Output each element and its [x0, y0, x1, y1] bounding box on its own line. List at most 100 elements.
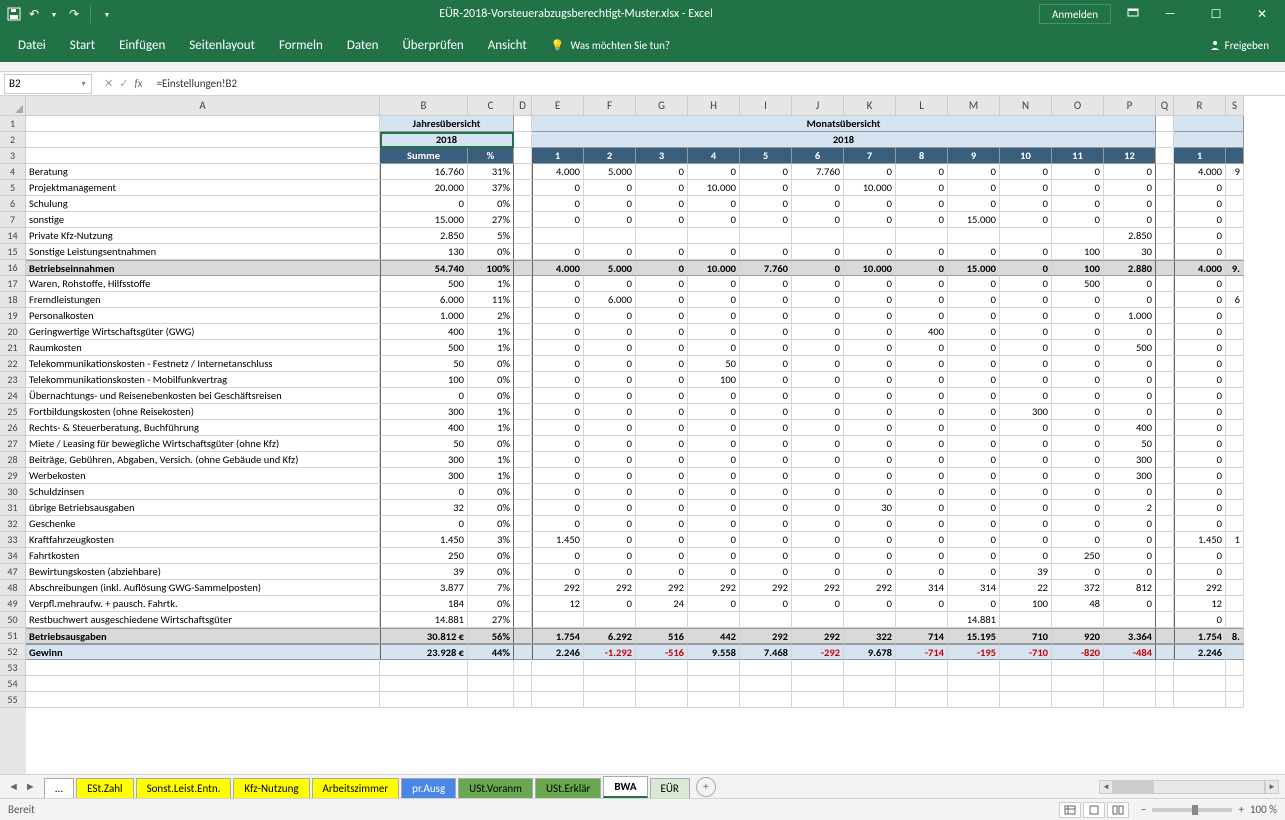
cell[interactable]	[1226, 484, 1244, 500]
cell[interactable]	[1000, 228, 1052, 244]
cell[interactable]	[1104, 676, 1156, 692]
cell[interactable]: 7%	[468, 580, 514, 596]
cell[interactable]: Telekommunikationskosten - Festnetz / In…	[26, 356, 380, 372]
cell[interactable]: Bewirtungskosten (abziehbare)	[26, 564, 380, 580]
cell[interactable]: 0	[1174, 228, 1226, 244]
cell[interactable]: 0	[896, 420, 948, 436]
chevron-down-icon[interactable]: ▼	[46, 6, 62, 22]
cell[interactable]: 0	[636, 340, 688, 356]
select-all-cell[interactable]	[0, 96, 26, 116]
cell[interactable]: 0	[688, 420, 740, 436]
cell[interactable]: 0	[896, 468, 948, 484]
cell[interactable]	[532, 676, 584, 692]
cell[interactable]: 1%	[468, 420, 514, 436]
cell[interactable]: 0	[1174, 180, 1226, 196]
cell[interactable]: 14.881	[948, 612, 1000, 628]
row-header[interactable]: 31	[0, 500, 26, 516]
cell[interactable]: 0	[532, 500, 584, 516]
cell[interactable]: 0	[844, 340, 896, 356]
cell[interactable]	[26, 676, 380, 692]
cell[interactable]: 0%	[468, 484, 514, 500]
cell[interactable]	[1226, 308, 1244, 324]
cell[interactable]: 0	[844, 356, 896, 372]
cell[interactable]	[1156, 436, 1174, 452]
cell[interactable]: 0	[688, 500, 740, 516]
row-header[interactable]: 15	[0, 244, 26, 260]
cell[interactable]: 0	[896, 244, 948, 260]
cell[interactable]: 15.000	[948, 212, 1000, 228]
row-header[interactable]: 50	[0, 612, 26, 628]
cell[interactable]: 0	[1052, 564, 1104, 580]
cell[interactable]	[1000, 692, 1052, 708]
row-header[interactable]: 26	[0, 420, 26, 436]
cell[interactable]: 0	[1174, 244, 1226, 260]
ribbon-tab[interactable]: Einfügen	[107, 38, 177, 53]
cell[interactable]	[740, 612, 792, 628]
cell[interactable]: 0	[844, 420, 896, 436]
cell[interactable]	[1156, 148, 1174, 164]
cell[interactable]: 0	[844, 468, 896, 484]
cell[interactable]	[468, 660, 514, 676]
cell[interactable]	[1156, 372, 1174, 388]
cell[interactable]	[380, 676, 468, 692]
cell[interactable]	[636, 676, 688, 692]
cell[interactable]	[514, 612, 532, 628]
cell[interactable]	[26, 660, 380, 676]
row-header[interactable]: 33	[0, 532, 26, 548]
ribbon-tab[interactable]: Daten	[335, 38, 391, 53]
cell[interactable]: 0	[1000, 532, 1052, 548]
cell[interactable]: 0	[740, 516, 792, 532]
cell[interactable]: Betriebseinnahmen	[26, 260, 380, 276]
cell[interactable]: 0	[688, 548, 740, 564]
maximize-icon[interactable]: ☐	[1193, 0, 1239, 28]
cell[interactable]: Geringwertige Wirtschaftsgüter (GWG)	[26, 324, 380, 340]
cell[interactable]: 250	[1052, 548, 1104, 564]
row-header[interactable]: 54	[0, 676, 26, 692]
cell[interactable]	[948, 228, 1000, 244]
cell[interactable]: 6	[792, 148, 844, 164]
cell[interactable]: 300	[380, 404, 468, 420]
cell[interactable]: 15.000	[380, 212, 468, 228]
row-header[interactable]: 23	[0, 372, 26, 388]
cell[interactable]: 0	[792, 244, 844, 260]
cell[interactable]	[514, 164, 532, 180]
cell[interactable]: 2018	[532, 132, 1156, 148]
cell[interactable]: 1.754	[532, 628, 584, 644]
ribbon-tab[interactable]: Datei	[6, 38, 58, 53]
cell[interactable]: 0	[532, 308, 584, 324]
cell[interactable]: Rechts- & Steuerberatung, Buchführung	[26, 420, 380, 436]
cell[interactable]: 0	[948, 484, 1000, 500]
cell[interactable]: 0	[948, 292, 1000, 308]
cell[interactable]	[948, 660, 1000, 676]
cell[interactable]: 0	[532, 484, 584, 500]
cell[interactable]: 0	[1000, 372, 1052, 388]
cell[interactable]	[514, 644, 532, 660]
cell[interactable]: Jahresübersicht	[380, 116, 514, 132]
cell[interactable]: 0	[532, 468, 584, 484]
cell[interactable]	[1052, 228, 1104, 244]
cell[interactable]: 292	[1174, 580, 1226, 596]
cell[interactable]: 4	[688, 148, 740, 164]
cell[interactable]: 0	[584, 196, 636, 212]
cell[interactable]: 31%	[468, 164, 514, 180]
cell[interactable]: 10.000	[688, 260, 740, 276]
cell[interactable]: 100%	[468, 260, 514, 276]
cell[interactable]: 0	[948, 340, 1000, 356]
cell[interactable]: Übernachtungs- und Reisenebenkosten bei …	[26, 388, 380, 404]
cell[interactable]	[1226, 660, 1244, 676]
cell[interactable]: 0	[1000, 292, 1052, 308]
cell[interactable]: 0	[532, 420, 584, 436]
cell[interactable]	[688, 692, 740, 708]
cell[interactable]	[1226, 196, 1244, 212]
cell[interactable]: 0	[792, 340, 844, 356]
cell[interactable]	[514, 404, 532, 420]
cell[interactable]: 0	[584, 548, 636, 564]
cell[interactable]	[688, 676, 740, 692]
cell[interactable]	[1156, 596, 1174, 612]
cell[interactable]	[1226, 468, 1244, 484]
cell[interactable]: 0	[896, 180, 948, 196]
cell[interactable]: 9.	[1226, 260, 1244, 276]
cell[interactable]	[792, 228, 844, 244]
cell[interactable]: Restbuchwert ausgeschiedene Wirtschaftsg…	[26, 612, 380, 628]
cell[interactable]: 1.450	[380, 532, 468, 548]
